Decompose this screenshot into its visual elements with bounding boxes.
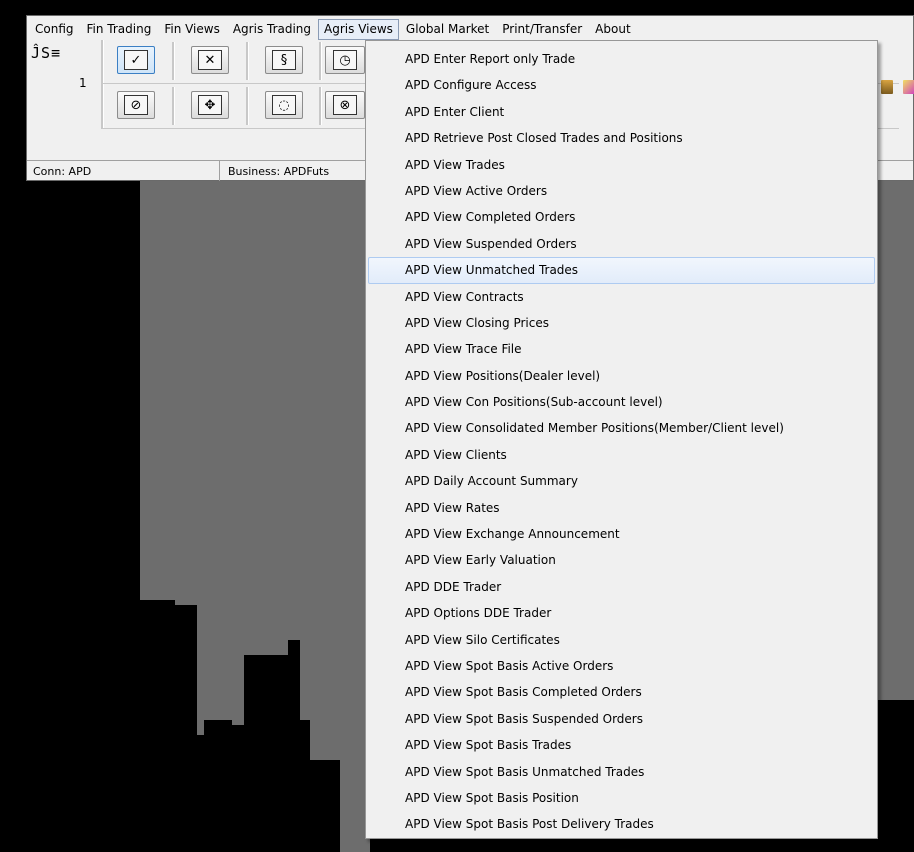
menu-item-apd-enter-client[interactable]: APD Enter Client (368, 99, 875, 125)
check-icon: ✓ (124, 50, 148, 70)
toolbar-right-icons (881, 80, 914, 94)
toolbar-separator (172, 42, 175, 80)
jse-logo: ĴS≡ (31, 44, 62, 62)
toolbar-separator (101, 40, 104, 128)
move-icon: ✥ (198, 95, 222, 115)
menu-item-apd-configure-access[interactable]: APD Configure Access (368, 72, 875, 98)
menu-agris-views[interactable]: Agris Views (318, 18, 399, 40)
comment-button[interactable]: ◌ (265, 91, 303, 119)
menu-about[interactable]: About (589, 19, 636, 40)
menu-item-apd-view-trades[interactable]: APD View Trades (368, 152, 875, 178)
comment-icon: ◌ (272, 95, 296, 115)
menu-item-apd-view-con-positions-sub-account-level[interactable]: APD View Con Positions(Sub-account level… (368, 389, 875, 415)
status-connection: Conn: APD (27, 161, 220, 181)
menu-config[interactable]: Config (29, 19, 80, 40)
menu-item-apd-view-active-orders[interactable]: APD View Active Orders (368, 178, 875, 204)
menu-item-apd-view-contracts[interactable]: APD View Contracts (368, 284, 875, 310)
menu-item-apd-view-rates[interactable]: APD View Rates (368, 495, 875, 521)
menu-item-apd-view-exchange-announcement[interactable]: APD View Exchange Announcement (368, 521, 875, 547)
row-number: 1 (79, 76, 87, 90)
time-cancel-button[interactable]: ⊗ (325, 91, 365, 119)
menu-item-apd-retrieve-post-closed-trades-and-positions[interactable]: APD Retrieve Post Closed Trades and Posi… (368, 125, 875, 151)
agris-views-menu: APD Enter Report only Trade APD Configure… (365, 40, 878, 839)
menu-item-apd-view-positions-dealer-level[interactable]: APD View Positions(Dealer level) (368, 363, 875, 389)
toolbar-separator (172, 87, 175, 125)
toolbar-separator (319, 42, 322, 80)
menu-item-apd-enter-report-only-trade[interactable]: APD Enter Report only Trade (368, 46, 875, 72)
move-button[interactable]: ✥ (191, 91, 229, 119)
menu-item-apd-view-spot-basis-active-orders[interactable]: APD View Spot Basis Active Orders (368, 653, 875, 679)
menu-item-apd-view-spot-basis-position[interactable]: APD View Spot Basis Position (368, 785, 875, 811)
menu-item-apd-daily-account-summary[interactable]: APD Daily Account Summary (368, 468, 875, 494)
status-business: Business: APDFuts (228, 164, 330, 178)
menu-item-apd-view-unmatched-trades[interactable]: APD View Unmatched Trades (368, 257, 875, 284)
menu-item-apd-view-spot-basis-trades[interactable]: APD View Spot Basis Trades (368, 732, 875, 758)
menu-item-apd-view-spot-basis-completed-orders[interactable]: APD View Spot Basis Completed Orders (368, 679, 875, 705)
menu-item-apd-options-dde-trader[interactable]: APD Options DDE Trader (368, 600, 875, 626)
menu-item-apd-view-trace-file[interactable]: APD View Trace File (368, 336, 875, 362)
toolbar-separator (319, 87, 322, 125)
menu-global-market[interactable]: Global Market (400, 19, 495, 40)
cancel-icon: ✕ (198, 50, 222, 70)
report-icon[interactable] (881, 80, 893, 94)
menu-fin-trading[interactable]: Fin Trading (81, 19, 158, 40)
amend-button[interactable]: § (265, 46, 303, 74)
time-button[interactable]: ◷ (325, 46, 365, 74)
menu-item-apd-view-spot-basis-post-delivery-trades[interactable]: APD View Spot Basis Post Delivery Trades (368, 811, 875, 837)
menu-item-apd-view-completed-orders[interactable]: APD View Completed Orders (368, 204, 875, 230)
suspend-button[interactable]: ⊘ (117, 91, 155, 119)
clock-cancel-icon: ⊗ (333, 95, 357, 115)
menu-agris-trading[interactable]: Agris Trading (227, 19, 317, 40)
menu-fin-views[interactable]: Fin Views (158, 19, 226, 40)
menu-item-apd-view-consolidated-member-positions-member-client-level[interactable]: APD View Consolidated Member Positions(M… (368, 415, 875, 441)
menu-item-apd-dde-trader[interactable]: APD DDE Trader (368, 574, 875, 600)
menu-item-apd-view-silo-certificates[interactable]: APD View Silo Certificates (368, 627, 875, 653)
confirm-button[interactable]: ✓ (117, 46, 155, 74)
menu-item-apd-view-clients[interactable]: APD View Clients (368, 442, 875, 468)
toolbar-separator (246, 42, 249, 80)
amend-icon: § (272, 50, 296, 70)
menu-item-apd-view-early-valuation[interactable]: APD View Early Valuation (368, 547, 875, 573)
menu-item-apd-view-spot-basis-unmatched-trades[interactable]: APD View Spot Basis Unmatched Trades (368, 759, 875, 785)
block-icon: ⊘ (124, 95, 148, 115)
menubar: Config Fin Trading Fin Views Agris Trading A… (29, 18, 913, 40)
edit-icon[interactable] (903, 80, 914, 94)
menu-print-transfer[interactable]: Print/Transfer (496, 19, 588, 40)
clock-icon: ◷ (333, 50, 357, 70)
menu-item-apd-view-closing-prices[interactable]: APD View Closing Prices (368, 310, 875, 336)
toolbar-separator (246, 87, 249, 125)
cancel-button[interactable]: ✕ (191, 46, 229, 74)
menu-item-apd-view-spot-basis-suspended-orders[interactable]: APD View Spot Basis Suspended Orders (368, 706, 875, 732)
menu-item-apd-view-suspended-orders[interactable]: APD View Suspended Orders (368, 231, 875, 257)
